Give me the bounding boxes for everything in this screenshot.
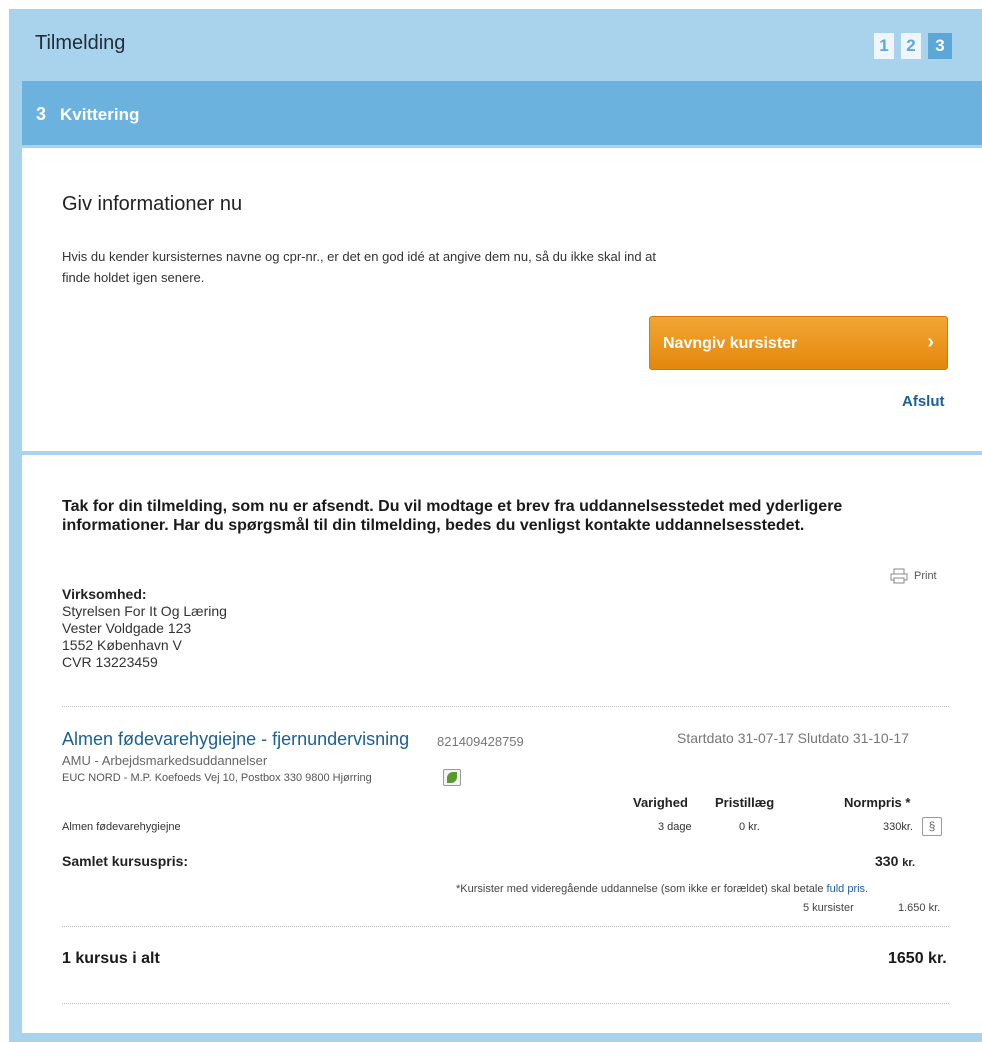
chevron-right-icon: › [927, 331, 934, 353]
name-participants-button[interactable]: Navngiv kursister › [649, 316, 948, 370]
info-heading: Giv informationer nu [62, 193, 243, 215]
receipt-panel: Tak for din tilmelding, som nu er afsend… [22, 455, 982, 1033]
row-course-name: Almen fødevarehygiejne [62, 821, 181, 833]
participants-price: 1.650 kr. [898, 902, 941, 914]
page-header: Tilmelding 1 2 3 [9, 9, 982, 81]
row-duration: 3 dage [658, 821, 692, 833]
printer-icon [890, 568, 908, 584]
step-3[interactable]: 3 [928, 33, 952, 59]
row-price: 330kr. [883, 821, 913, 833]
company-city: 1552 København V [62, 637, 182, 653]
company-cvr: CVR 13223459 [62, 654, 158, 670]
course-total-label: Samlet kursuspris: [62, 853, 189, 869]
paragraph-icon[interactable]: § [922, 817, 942, 836]
company-label: Virksomhed: [62, 586, 147, 602]
divider [62, 926, 949, 927]
print-label: Print [914, 570, 937, 582]
col-surcharge: Pristillæg [715, 795, 775, 810]
full-price-link[interactable]: fuld pris. [827, 883, 869, 895]
section-title: Kvittering [60, 105, 140, 124]
row-surcharge: 0 kr. [739, 821, 760, 833]
leaf-icon[interactable] [443, 769, 461, 786]
page-title: Tilmelding [35, 32, 126, 54]
col-duration: Varighed [633, 795, 688, 810]
company-street: Vester Voldgade 123 [62, 620, 192, 636]
course-total-value: 330 kr. [875, 853, 916, 869]
confirmation-message: Tak for din tilmelding, som nu er afsend… [62, 498, 843, 534]
course-address: EUC NORD - M.P. Koefoeds Vej 10, Postbox… [62, 772, 372, 784]
finish-link[interactable]: Afslut [902, 393, 945, 410]
section-header: 3 Kvittering [22, 81, 982, 145]
course-title-link[interactable]: Almen fødevarehygiejne - fjernundervisni… [62, 729, 409, 750]
section-number: 3 [36, 104, 47, 124]
info-text: Hvis du kender kursisternes navne og cpr… [62, 249, 657, 285]
step-indicator: 1 2 3 [874, 33, 952, 59]
divider [62, 1003, 949, 1004]
course-dates: Startdato 31-07-17 Slutdato 31-10-17 [677, 730, 909, 746]
course-code: 821409428759 [437, 734, 524, 749]
company-info: Virksomhed: Styrelsen For It Og Læring V… [62, 586, 227, 671]
col-normprice: Normpris * [844, 795, 911, 810]
company-name: Styrelsen For It Og Læring [62, 603, 227, 619]
print-button[interactable]: Print [890, 568, 937, 584]
info-panel: Giv informationer nu Hvis du kender kurs… [22, 148, 982, 451]
course-category: AMU - Arbejdsmarkedsuddannelser [62, 753, 268, 768]
step-2[interactable]: 2 [901, 33, 921, 59]
price-note: *Kursister med videregående uddannelse (… [456, 883, 869, 895]
summary-label: 1 kursus i alt [62, 950, 160, 967]
divider [62, 706, 949, 707]
step-1[interactable]: 1 [874, 33, 894, 59]
page-frame: Tilmelding 1 2 3 3 Kvittering Giv inform… [9, 9, 982, 1042]
name-participants-label: Navngiv kursister [663, 335, 798, 352]
summary-value: 1650 kr. [888, 950, 947, 967]
participants-count: 5 kursister [803, 902, 854, 914]
